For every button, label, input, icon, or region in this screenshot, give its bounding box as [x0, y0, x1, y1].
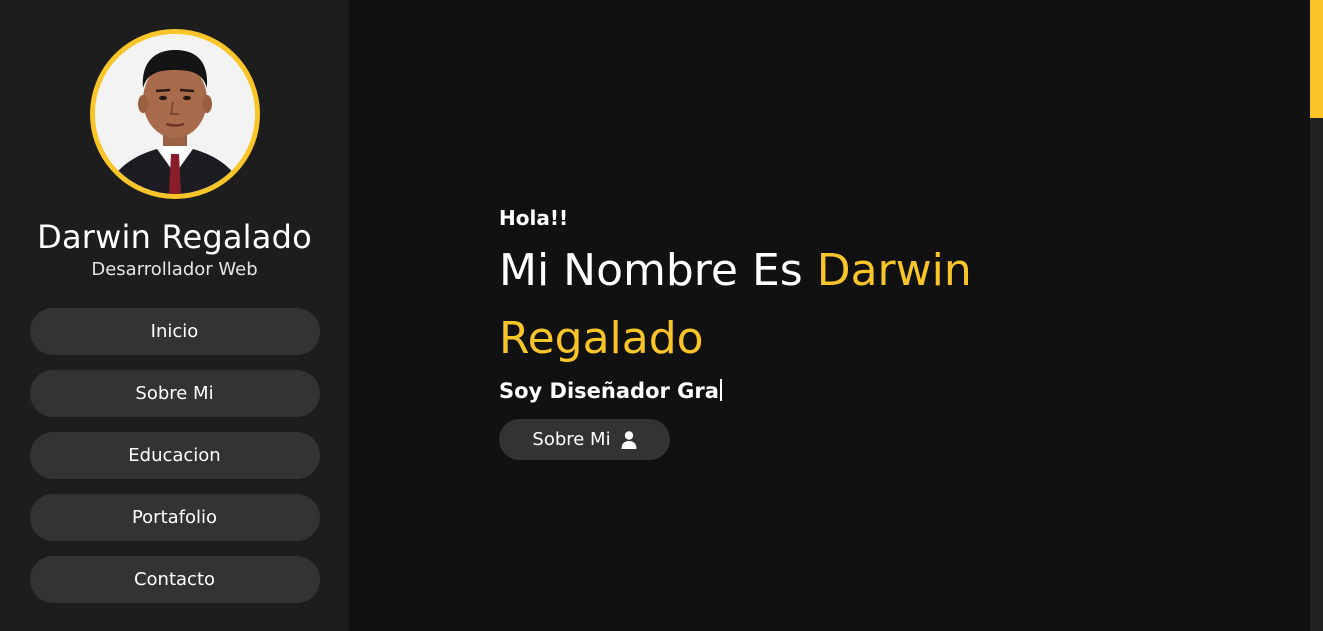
main-content: Hola!! Mi Nombre Es Darwin Regalado Soy …: [349, 0, 1323, 631]
nav-item-sobre-mi[interactable]: Sobre Mi: [29, 370, 320, 417]
profile-name: Darwin Regalado: [37, 218, 312, 256]
typed-text: Soy Diseñador Gra: [499, 379, 719, 403]
headline-prefix: Mi Nombre Es: [499, 245, 817, 296]
profile-role: Desarrollador Web: [91, 259, 258, 280]
page: Darwin Regalado Desarrollador Web Inicio…: [0, 0, 1323, 631]
hero-greeting: Hola!!: [499, 206, 569, 230]
avatar: [89, 29, 260, 199]
scrollbar[interactable]: [1310, 0, 1323, 631]
about-me-button[interactable]: Sobre Mi: [499, 419, 670, 460]
nav-item-portafolio[interactable]: Portafolio: [29, 494, 320, 541]
sidebar: Darwin Regalado Desarrollador Web Inicio…: [0, 0, 349, 631]
typed-text-line: Soy Diseñador Gra: [499, 376, 1059, 406]
nav-item-contacto[interactable]: Contacto: [29, 556, 320, 603]
nav-item-inicio[interactable]: Inicio: [29, 308, 320, 355]
nav-item-educacion[interactable]: Educacion: [29, 432, 320, 479]
user-icon: [621, 430, 637, 449]
sidebar-nav: Inicio Sobre Mi Educacion Portafolio Con…: [29, 308, 320, 603]
scrollbar-thumb[interactable]: [1310, 0, 1323, 118]
hero: Hola!! Mi Nombre Es Darwin Regalado Soy …: [499, 201, 1059, 460]
avatar-photo: [94, 34, 255, 194]
about-me-button-label: Sobre Mi: [532, 429, 611, 450]
typing-cursor: [719, 379, 722, 401]
hero-headline: Mi Nombre Es Darwin Regalado: [499, 237, 1059, 373]
